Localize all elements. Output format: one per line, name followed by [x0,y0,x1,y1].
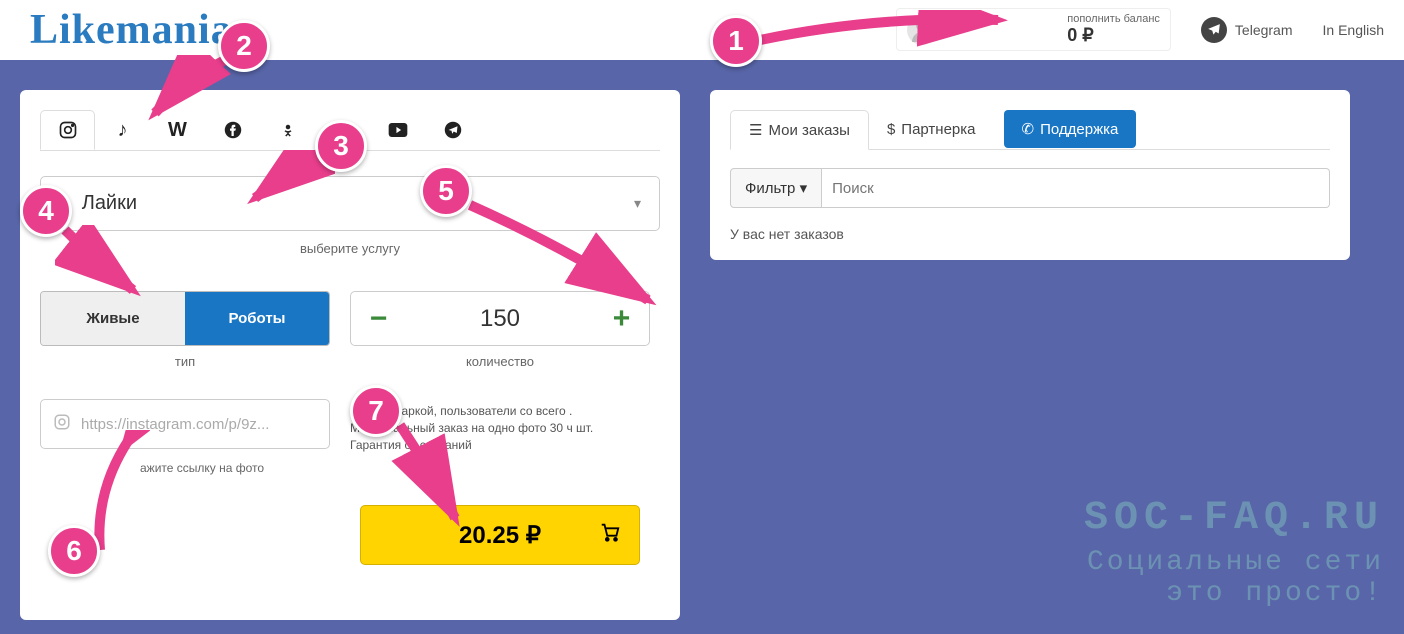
annotation-1: 1 [710,15,762,67]
annotation-7: 7 [350,385,402,437]
tab-tiktok[interactable]: ♪ [95,110,150,150]
balance-value: 0 ₽ [1067,25,1160,46]
service-name: Лайки [82,192,137,215]
orders-panel: ☰ Мои заказы $ Партнерка ✆ Поддержка Фил… [710,90,1350,260]
balance-label: пополнить баланс [1067,13,1160,25]
search-input[interactable] [822,168,1330,208]
tab-ok[interactable] [260,110,315,150]
type-label: тип [40,354,330,369]
price-value: 20.25 ₽ [459,521,541,550]
arrow-6 [90,430,150,560]
empty-orders-message: У вас нет заказов [730,226,1330,242]
arrow-5 [460,195,660,315]
logo[interactable]: Likemania [30,6,233,54]
watermark: SOC-FAQ.RU Социальные сети это просто! [1084,496,1384,609]
tab-partner[interactable]: $ Партнерка [869,110,994,149]
watermark-line2: Социальные сети [1084,547,1384,578]
lifebuoy-icon: ✆ [1022,120,1035,138]
tab-orders-label: Мои заказы [768,122,850,139]
annotation-4: 4 [20,185,72,237]
qty-label: количество [350,354,650,369]
language-switch[interactable]: In English [1323,22,1384,38]
arrow-1 [750,10,1010,60]
url-input[interactable]: https://instagram.com/p/9z... [40,399,330,449]
watermark-line3: это просто! [1084,578,1384,609]
telegram-label: Telegram [1235,22,1293,38]
telegram-link[interactable]: Telegram [1201,17,1293,43]
instagram-icon [53,413,71,436]
qty-minus-button[interactable]: − [351,302,406,336]
telegram-icon [1201,17,1227,43]
type-bot-button[interactable]: Роботы [185,292,329,345]
tab-support-label: Поддержка [1040,121,1118,138]
annotation-5: 5 [420,165,472,217]
dollar-icon: $ [887,121,895,138]
tab-youtube[interactable] [370,110,425,150]
tab-partner-label: Партнерка [901,121,975,138]
filter-label: Фильтр [745,180,795,197]
arrow-4 [55,225,145,300]
tab-instagram[interactable] [40,110,95,150]
tab-support[interactable]: ✆ Поддержка [1004,110,1137,148]
annotation-3: 3 [315,120,367,172]
watermark-line1: SOC-FAQ.RU [1084,496,1384,541]
list-icon: ☰ [749,121,762,139]
caret-down-icon: ▾ [800,180,808,197]
annotation-2: 2 [218,20,270,72]
annotation-6: 6 [48,525,100,577]
tab-telegram[interactable] [425,110,480,150]
cart-icon [599,521,621,549]
arrow-7 [390,420,470,530]
tab-my-orders[interactable]: ☰ Мои заказы [730,110,869,150]
filter-button[interactable]: Фильтр ▾ [730,168,822,208]
